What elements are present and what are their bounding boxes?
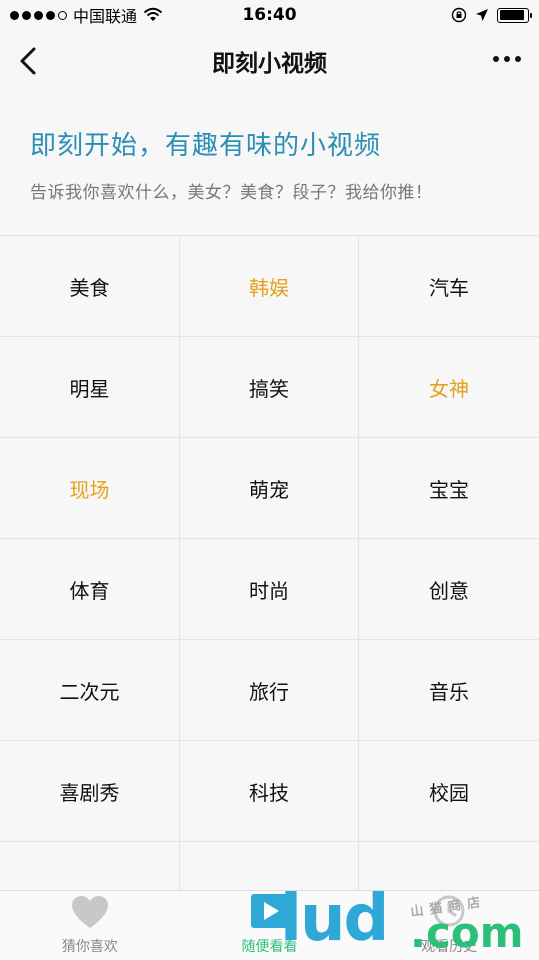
category-item[interactable]: 影视 bbox=[0, 842, 180, 890]
category-label: 旅行 bbox=[249, 679, 289, 704]
category-item[interactable]: 现场 bbox=[0, 438, 180, 539]
category-grid: 美食 韩娱 汽车明星 搞笑 女神现场 萌宠 宝宝体育 时尚 创意二次元 旅行 音乐喜剧秀 科技 校园影视 bbox=[0, 235, 539, 890]
category-item[interactable]: 搞笑 bbox=[180, 337, 359, 438]
category-item[interactable]: 美食 bbox=[0, 236, 180, 337]
rotation-lock-icon bbox=[451, 7, 467, 23]
category-item[interactable]: 喜剧秀 bbox=[0, 741, 180, 842]
category-item[interactable]: 女神 bbox=[359, 337, 539, 438]
more-icon[interactable] bbox=[493, 56, 521, 62]
wifi-icon bbox=[143, 7, 163, 21]
back-icon[interactable] bbox=[14, 44, 44, 78]
carrier-name: 中国联通 bbox=[73, 7, 138, 26]
category-label: 明星 bbox=[69, 376, 110, 401]
category-label: 韩娱 bbox=[249, 275, 289, 300]
battery-icon bbox=[497, 7, 532, 23]
play-icon bbox=[250, 894, 289, 928]
category-label: 搞笑 bbox=[249, 376, 289, 401]
tab-label: 猜你喜欢 bbox=[61, 939, 118, 955]
category-label: 汽车 bbox=[429, 275, 469, 300]
category-item[interactable]: 体育 bbox=[0, 539, 180, 640]
category-item[interactable]: 汽车 bbox=[359, 236, 539, 337]
category-label: 萌宠 bbox=[249, 477, 289, 502]
category-item[interactable]: 韩娱 bbox=[180, 236, 359, 337]
category-label: 女神 bbox=[429, 376, 469, 401]
category-label: 时尚 bbox=[249, 578, 289, 603]
category-label: 科技 bbox=[249, 780, 289, 805]
category-item[interactable]: 萌宠 bbox=[180, 438, 359, 539]
tab-label: 随便看看 bbox=[241, 939, 298, 955]
status-right bbox=[451, 7, 532, 23]
category-label: 音乐 bbox=[429, 679, 469, 704]
tab-history[interactable]: 观看历史 bbox=[359, 891, 539, 960]
category-item[interactable]: 科技 bbox=[180, 741, 359, 842]
category-label: 现场 bbox=[69, 477, 110, 502]
status-bar: 中国联通 16:40 bbox=[0, 0, 539, 30]
history-icon bbox=[433, 895, 465, 927]
category-item[interactable]: 明星 bbox=[0, 337, 180, 438]
heart-icon bbox=[71, 896, 108, 928]
subline: 告诉我你喜欢什么，美女？美食？段子？我给你推！ bbox=[30, 183, 433, 203]
tab-browse[interactable]: 随便看看 bbox=[180, 891, 360, 960]
empty-cell bbox=[359, 842, 539, 890]
category-item[interactable]: 时尚 bbox=[180, 539, 359, 640]
tab-guess-you-like[interactable]: 猜你喜欢 bbox=[0, 891, 180, 960]
category-item[interactable]: 音乐 bbox=[359, 640, 539, 741]
tab-label: 观看历史 bbox=[421, 939, 478, 955]
signal-strength-icon bbox=[10, 10, 67, 20]
category-label: 二次元 bbox=[59, 679, 120, 704]
category-item[interactable]: 校园 bbox=[359, 741, 539, 842]
status-left: 中国联通 bbox=[10, 3, 163, 27]
category-label: 喜剧秀 bbox=[59, 780, 120, 805]
category-item[interactable]: 创意 bbox=[359, 539, 539, 640]
category-item[interactable]: 二次元 bbox=[0, 640, 180, 741]
category-label: 宝宝 bbox=[429, 477, 469, 502]
headline: 即刻开始，有趣有味的小视频 bbox=[30, 131, 382, 161]
category-label: 校园 bbox=[429, 780, 469, 805]
empty-cell bbox=[180, 842, 359, 890]
nav-bar: 即刻小视频 bbox=[0, 30, 539, 92]
page-title: 即刻小视频 bbox=[212, 51, 327, 77]
category-item[interactable]: 宝宝 bbox=[359, 438, 539, 539]
location-icon bbox=[476, 9, 488, 21]
category-item[interactable]: 旅行 bbox=[180, 640, 359, 741]
tab-bar: 猜你喜欢 随便看看 观看历史 bbox=[0, 890, 539, 960]
category-label: 美食 bbox=[69, 275, 110, 300]
category-label: 体育 bbox=[69, 578, 110, 603]
category-label: 创意 bbox=[429, 578, 469, 603]
